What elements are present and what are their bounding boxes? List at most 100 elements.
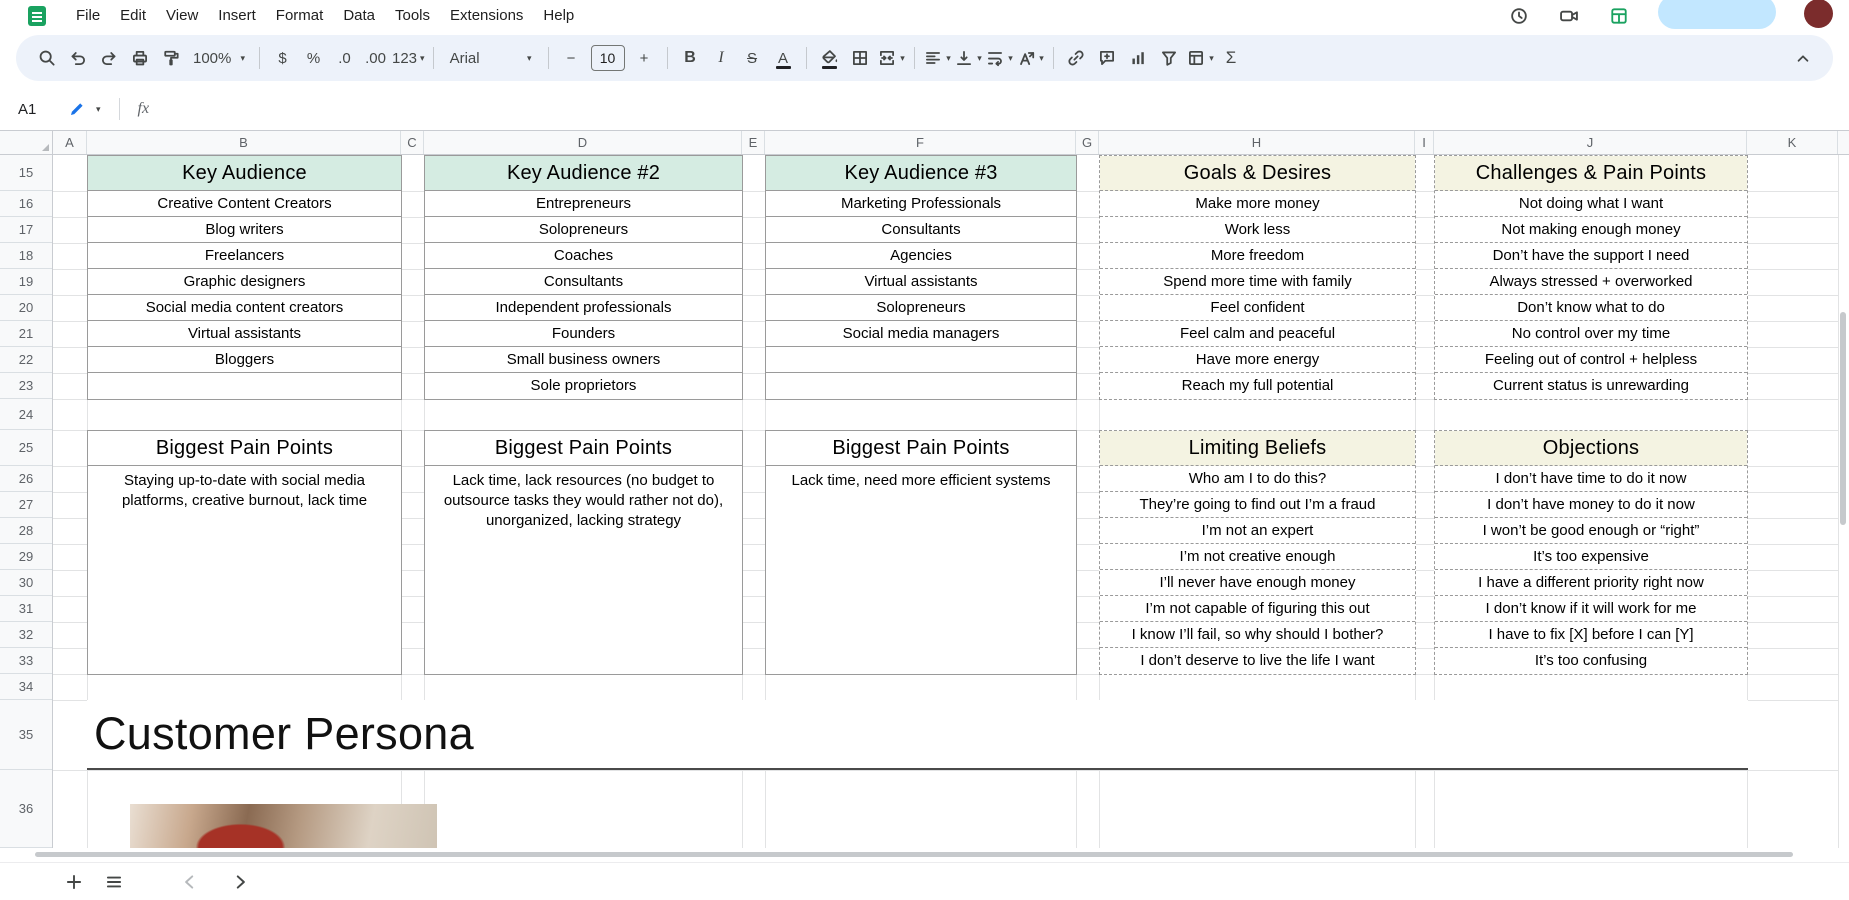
cell[interactable]: I don’t know if it will work for me (1435, 596, 1747, 622)
share-button[interactable] (1658, 0, 1776, 29)
column-header[interactable]: D (424, 131, 742, 154)
decrease-font-size-button[interactable]: − (557, 43, 586, 73)
menu-item[interactable]: Tools (385, 4, 440, 27)
cell[interactable]: I have a different priority right now (1435, 570, 1747, 596)
table-header-cell[interactable]: Key Audience (88, 156, 401, 191)
increase-decimals-button[interactable]: .00 (361, 43, 390, 73)
cell[interactable]: Spend more time with family (1100, 269, 1415, 295)
decrease-decimals-button[interactable]: .0 (330, 43, 359, 73)
row-header[interactable]: 34 (0, 674, 52, 700)
cell[interactable]: No control over my time (1435, 321, 1747, 347)
print-button[interactable] (125, 43, 154, 73)
row-header[interactable]: 20 (0, 295, 52, 321)
functions-button[interactable]: Σ (1217, 43, 1246, 73)
cell[interactable]: Agencies (766, 243, 1076, 269)
cell[interactable]: Don’t have the support I need (1435, 243, 1747, 269)
cell[interactable]: Always stressed + overworked (1435, 269, 1747, 295)
formula-input[interactable] (159, 88, 1849, 130)
history-icon[interactable] (1508, 5, 1530, 27)
table-header-cell[interactable]: Challenges & Pain Points (1435, 156, 1747, 191)
cell[interactable] (88, 373, 401, 399)
table-header-cell[interactable]: Biggest Pain Points (425, 431, 742, 466)
all-sheets-button[interactable] (98, 866, 130, 898)
increase-font-size-button[interactable]: + (630, 43, 659, 73)
cell[interactable]: I’ll never have enough money (1100, 570, 1415, 596)
cell[interactable]: Don’t know what to do (1435, 295, 1747, 321)
tabs-scroll-right-button[interactable] (230, 872, 250, 892)
row-header[interactable]: 16 (0, 191, 52, 217)
cell[interactable]: Virtual assistants (88, 321, 401, 347)
redo-button[interactable] (94, 43, 123, 73)
menu-item[interactable]: Data (333, 4, 385, 27)
text-rotation-button[interactable]: ▾ (1016, 43, 1045, 73)
column-header[interactable]: K (1747, 131, 1838, 154)
section-title-cell[interactable]: Customer Persona (87, 700, 1748, 770)
cell[interactable]: Virtual assistants (766, 269, 1076, 295)
cell[interactable]: I’m not an expert (1100, 518, 1415, 544)
row-header[interactable]: 25 (0, 430, 52, 466)
cell[interactable]: I know I’ll fail, so why should I bother… (1100, 622, 1415, 648)
menu-item[interactable]: Insert (208, 4, 266, 27)
menu-item[interactable]: Extensions (440, 4, 533, 27)
strikethrough-button[interactable]: S (738, 43, 767, 73)
cell[interactable]: Consultants (766, 217, 1076, 243)
borders-button[interactable] (846, 43, 875, 73)
cell[interactable]: Staying up-to-date with social media pla… (88, 466, 401, 674)
cell[interactable]: Lack time, need more efficient systems (766, 466, 1076, 674)
table-header-cell[interactable]: Key Audience #2 (425, 156, 742, 191)
cell[interactable]: I’m not creative enough (1100, 544, 1415, 570)
column-header[interactable]: H (1099, 131, 1415, 154)
avatar[interactable] (1804, 0, 1833, 28)
row-header[interactable]: 33 (0, 648, 52, 674)
cell[interactable]: Solopreneurs (425, 217, 742, 243)
font-size-input[interactable]: 10 (591, 45, 625, 71)
paint-format-button[interactable] (156, 43, 185, 73)
cell[interactable]: I don’t have time to do it now (1435, 466, 1747, 492)
row-header[interactable]: 31 (0, 596, 52, 622)
cell[interactable]: Entrepreneurs (425, 191, 742, 217)
horizontal-scrollbar[interactable] (35, 852, 1793, 857)
add-sheet-button[interactable] (58, 866, 90, 898)
row-header[interactable]: 23 (0, 373, 52, 399)
cell[interactable]: Bloggers (88, 347, 401, 373)
cell[interactable]: Work less (1100, 217, 1415, 243)
search-button[interactable] (32, 43, 61, 73)
row-header[interactable]: 28 (0, 518, 52, 544)
cell[interactable]: Freelancers (88, 243, 401, 269)
fill-color-button[interactable] (815, 43, 844, 73)
name-box[interactable]: A1 (0, 101, 58, 118)
collapse-toolbar-button[interactable] (1788, 43, 1817, 73)
cell[interactable]: Have more energy (1100, 347, 1415, 373)
menu-item[interactable]: View (156, 4, 208, 27)
row-header[interactable]: 22 (0, 347, 52, 373)
column-header[interactable]: C (401, 131, 424, 154)
table-header-cell[interactable]: Objections (1435, 431, 1747, 466)
cell[interactable] (766, 347, 1076, 373)
cell[interactable]: Reach my full potential (1100, 373, 1415, 399)
cell[interactable]: Creative Content Creators (88, 191, 401, 217)
insert-comment-button[interactable] (1093, 43, 1122, 73)
cell[interactable]: Feel confident (1100, 295, 1415, 321)
cell[interactable]: Solopreneurs (766, 295, 1076, 321)
percent-format-button[interactable]: % (299, 43, 328, 73)
cell[interactable]: I won’t be good enough or “right” (1435, 518, 1747, 544)
cell[interactable]: Not making enough money (1435, 217, 1747, 243)
cell[interactable]: Feeling out of control + helpless (1435, 347, 1747, 373)
cell[interactable]: Marketing Professionals (766, 191, 1076, 217)
row-header[interactable]: 18 (0, 243, 52, 269)
cell[interactable]: They’re going to find out I’m a fraud (1100, 492, 1415, 518)
cell[interactable]: Feel calm and peaceful (1100, 321, 1415, 347)
cell[interactable]: Who am I to do this? (1100, 466, 1415, 492)
cell[interactable]: Founders (425, 321, 742, 347)
vertical-scrollbar[interactable] (1840, 312, 1846, 525)
cell[interactable]: Not doing what I want (1435, 191, 1747, 217)
cell[interactable]: Social media content creators (88, 295, 401, 321)
horizontal-align-button[interactable]: ▾ (923, 43, 952, 73)
zoom-select[interactable]: 100%▾ (187, 43, 251, 73)
create-filter-button[interactable] (1155, 43, 1184, 73)
pen-button[interactable]: ▾ (58, 100, 111, 118)
row-header[interactable]: 17 (0, 217, 52, 243)
cell[interactable]: I have to fix [X] before I can [Y] (1435, 622, 1747, 648)
vertical-align-button[interactable]: ▾ (954, 43, 983, 73)
meet-video-icon[interactable] (1558, 5, 1580, 27)
